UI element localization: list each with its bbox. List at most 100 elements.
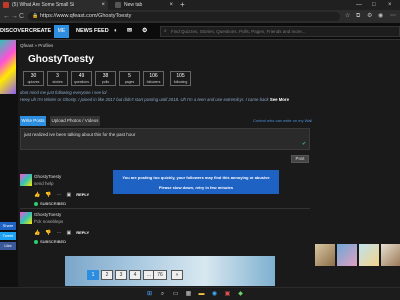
- more-menu-icon[interactable]: ⋯: [390, 12, 396, 21]
- url-input[interactable]: 🔒 https://www.qfeast.com/GhostyToesty: [28, 12, 340, 21]
- more-icon[interactable]: ⋯: [56, 230, 61, 236]
- profile-icon[interactable]: ◉: [378, 12, 383, 21]
- post-avatar[interactable]: [20, 212, 32, 224]
- stat-number: 106: [149, 73, 158, 79]
- stat-followers[interactable]: 106 followers: [143, 71, 164, 86]
- minimize-button[interactable]: —: [356, 0, 362, 10]
- related-thumbnail[interactable]: [381, 244, 400, 266]
- lock-icon: 🔒: [32, 13, 39, 19]
- tweet-button[interactable]: Tweet: [0, 232, 16, 240]
- messages-icon[interactable]: ✉: [127, 23, 132, 40]
- profile-bio-text: Heey uh I'm Winter or Ghosty. I joined i…: [20, 97, 269, 102]
- close-tab-icon[interactable]: ×: [101, 0, 105, 10]
- back-icon[interactable]: ←: [3, 11, 10, 22]
- collections-icon[interactable]: ⧉: [356, 12, 360, 21]
- search-icon: ⌕: [164, 28, 167, 34]
- related-thumbnail[interactable]: [337, 244, 357, 266]
- nav-create[interactable]: CREATE: [29, 23, 51, 40]
- start-icon[interactable]: ⊞: [145, 290, 154, 299]
- reply-button[interactable]: REPLY: [76, 230, 89, 235]
- stat-number: 49: [78, 73, 85, 79]
- post-username[interactable]: GhostyToesty: [34, 174, 61, 179]
- wall-post: GhostyToesty f*ck nosebleps 👍 👎 ⋯ ▣ REPLY SU…: [20, 212, 310, 248]
- profile-avatar[interactable]: [0, 40, 16, 94]
- subscribed-toggle[interactable]: SUBSCRIBED: [34, 239, 66, 244]
- check-icon: ✔: [302, 141, 307, 147]
- toast-message: You are posting too quickly, your follow…: [122, 175, 270, 180]
- subscribed-label: SUBSCRIBED: [40, 239, 67, 244]
- extensions-icon[interactable]: ⚙: [367, 12, 372, 21]
- forward-icon[interactable]: →: [11, 11, 18, 22]
- search-icon[interactable]: ⌕: [158, 290, 167, 299]
- close-tab-icon[interactable]: ×: [169, 0, 173, 10]
- tab-upload-media[interactable]: Upload Photos / Videos: [50, 116, 100, 126]
- dislike-icon[interactable]: 👎: [45, 230, 51, 236]
- more-icon[interactable]: ⋯: [56, 192, 61, 198]
- post-textarea[interactable]: just realized ive been talking about thi…: [20, 128, 310, 150]
- subscribed-label: SUBSCRIBED: [40, 201, 67, 206]
- browser-tab-bar: (5) What Are Some Small Si × New tab × +…: [0, 0, 400, 10]
- stat-number: 30: [30, 73, 37, 79]
- stat-number: 3: [56, 73, 59, 79]
- reload-icon[interactable]: C: [19, 11, 24, 22]
- post-text: f*ck nosebleps: [34, 219, 64, 224]
- post-text: send help: [34, 181, 54, 186]
- notifications-icon[interactable]: ◐: [114, 23, 118, 40]
- post-button[interactable]: Post: [291, 155, 309, 163]
- related-thumbnail[interactable]: [359, 244, 379, 266]
- stat-polls[interactable]: 38 polls: [95, 71, 116, 86]
- stat-label: following: [173, 80, 188, 84]
- share-button[interactable]: Share: [0, 222, 16, 230]
- nav-discover[interactable]: DISCOVER: [0, 23, 29, 40]
- reply-icon[interactable]: ▣: [66, 230, 71, 236]
- windows-taskbar: ⊞ ⌕ ▭ ▦ ▬ ◉ ▣ ◆: [0, 287, 400, 300]
- reply-icon[interactable]: ▣: [66, 192, 71, 198]
- stat-stories[interactable]: 3 stories: [47, 71, 68, 86]
- nav-me[interactable]: ME: [54, 25, 69, 38]
- page-3-button[interactable]: 3: [115, 270, 127, 280]
- new-tab-button[interactable]: +: [180, 0, 185, 10]
- stat-label: stories: [52, 80, 63, 84]
- page-4-button[interactable]: 4: [129, 270, 141, 280]
- edge-icon[interactable]: ◉: [210, 290, 219, 299]
- tab-write-posts[interactable]: Write Posts: [20, 116, 46, 126]
- breadcrumb[interactable]: Qfeast » Profiles: [20, 43, 53, 48]
- stat-quizzes[interactable]: 30 quizzes: [23, 71, 44, 86]
- app-icon[interactable]: ◆: [236, 290, 245, 299]
- reply-button[interactable]: REPLY: [76, 192, 89, 197]
- widgets-icon[interactable]: ▦: [184, 290, 193, 299]
- profile-name: GhostyToesty: [28, 54, 94, 65]
- stat-label: quizzes: [27, 80, 40, 84]
- stat-pages[interactable]: 5 pages: [119, 71, 140, 86]
- stat-following[interactable]: 105 following: [170, 71, 191, 86]
- favorites-star-icon[interactable]: ☆: [345, 12, 350, 21]
- task-view-icon[interactable]: ▭: [171, 290, 180, 299]
- next-page-button[interactable]: »: [171, 270, 183, 280]
- page-1-button[interactable]: 1: [87, 270, 99, 280]
- tab-title: (5) What Are Some Small Si: [12, 2, 75, 8]
- see-more-link[interactable]: See More: [270, 97, 289, 102]
- profile-bio: Heey uh I'm Winter or Ghosty. I joined i…: [20, 97, 400, 102]
- post-username[interactable]: GhostyToesty: [34, 212, 61, 217]
- page-76-button[interactable]: 76: [153, 270, 167, 280]
- browser-tab-new[interactable]: New tab ×: [112, 0, 176, 10]
- dislike-icon[interactable]: 👎: [45, 192, 51, 198]
- newtab-favicon-icon: [115, 2, 121, 8]
- related-thumbnail[interactable]: [315, 244, 335, 266]
- post-avatar[interactable]: [20, 174, 32, 186]
- settings-gear-icon[interactable]: ⚙: [142, 23, 147, 40]
- nav-news-feed[interactable]: NEWS FEED: [76, 23, 109, 40]
- close-window-button[interactable]: ×: [388, 0, 392, 10]
- wall-privacy-link[interactable]: Control who can write on my Wall: [253, 118, 312, 123]
- like-icon[interactable]: 👍: [34, 192, 40, 198]
- like-button[interactable]: Like: [0, 242, 16, 250]
- browser-tab-active[interactable]: (5) What Are Some Small Si ×: [0, 0, 108, 10]
- subscribed-toggle[interactable]: SUBSCRIBED: [34, 201, 66, 206]
- file-explorer-icon[interactable]: ▬: [197, 290, 206, 299]
- stat-questions[interactable]: 49 questions: [71, 71, 92, 86]
- page-2-button[interactable]: 2: [101, 270, 113, 280]
- maximize-button[interactable]: □: [372, 0, 376, 10]
- store-icon[interactable]: ▣: [223, 290, 232, 299]
- like-icon[interactable]: 👍: [34, 230, 40, 236]
- site-search-input[interactable]: ⌕ Find Quizzes, Stories, Questions, Poll…: [160, 26, 400, 37]
